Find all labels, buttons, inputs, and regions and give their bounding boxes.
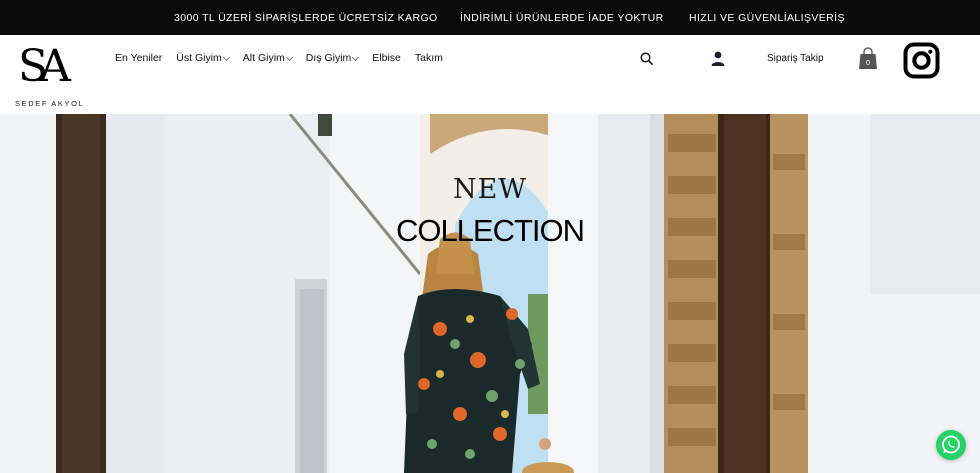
nav-label: Takım: [414, 52, 443, 64]
chevron-down-icon: [285, 53, 293, 61]
search-icon[interactable]: [640, 52, 653, 65]
user-icon[interactable]: [711, 51, 725, 66]
cart-count: 0: [866, 59, 870, 67]
instagram-icon[interactable]: [903, 42, 940, 79]
nav-label: En Yeniler: [115, 52, 163, 64]
logo-brand-name: SEDEF AKYOL: [15, 99, 85, 108]
nav-label: Dış Giyim: [305, 52, 352, 64]
nav-item-ust-giyim[interactable]: Üst Giyim: [176, 52, 230, 64]
nav-item-alt-giyim[interactable]: Alt Giyim: [242, 52, 293, 64]
whatsapp-icon: [942, 435, 960, 454]
hero-banner[interactable]: NEW COLLECTION: [0, 114, 980, 473]
brand-logo[interactable]: SA SEDEF AKYOL: [12, 37, 83, 109]
nav-item-takim[interactable]: Takım: [415, 52, 443, 64]
chevron-down-icon: [352, 53, 360, 61]
hero-image: [0, 114, 980, 473]
chevron-down-icon: [222, 53, 230, 61]
announcement-no-returns: İNDİRİMLİ ÜRÜNLERDE İADE YOKTUR: [460, 12, 664, 24]
order-tracking-link[interactable]: Sipariş Takip: [767, 53, 824, 64]
hero-heading-new: NEW: [452, 174, 528, 205]
announcement-bar: 3000 TL ÜZERİ SİPARİŞLERDE ÜCRETSİZ KARG…: [0, 0, 980, 35]
nav-item-elbise[interactable]: Elbise: [372, 52, 401, 64]
nav-item-dis-giyim[interactable]: Dış Giyim: [305, 52, 360, 64]
nav-label: Alt Giyim: [242, 52, 285, 64]
shopping-bag-icon[interactable]: 0: [858, 47, 878, 70]
nav-item-en-yeniler[interactable]: En Yeniler: [115, 52, 162, 64]
main-nav: En Yeniler Üst Giyim Alt Giyim Dış Giyim…: [115, 52, 457, 64]
whatsapp-chat-button[interactable]: [936, 430, 966, 460]
announcement-free-shipping: 3000 TL ÜZERİ SİPARİŞLERDE ÜCRETSİZ KARG…: [174, 12, 438, 24]
hero-heading-collection: COLLECTION: [395, 213, 585, 248]
nav-label: Üst Giyim: [176, 52, 222, 64]
logo-monogram: SA: [18, 41, 71, 92]
announcement-secure-shopping: HIZLI VE GÜVENLİALIŞVERİŞ: [689, 12, 845, 24]
site-header: SA SEDEF AKYOL En Yeniler Üst Giyim Alt …: [0, 35, 980, 114]
nav-label: Elbise: [372, 52, 401, 64]
